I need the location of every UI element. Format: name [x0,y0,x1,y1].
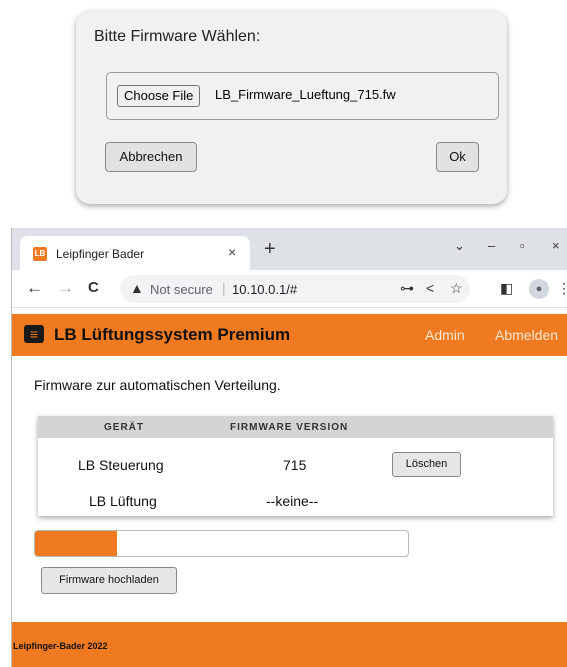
warning-icon[interactable]: ▲ [130,280,144,296]
firmware-version: 715 [283,457,307,473]
tab-leipfinger-bader[interactable]: LB Leipfinger Bader × [20,236,250,270]
window-close-icon[interactable]: × [552,238,560,253]
security-status: Not secure [150,282,213,297]
firmware-version: --keine-- [266,493,319,509]
browser-toolbar: ← → C ▲ Not secure | 10.10.0.1/# ⊶ < ☆ ◧… [12,270,567,308]
url-separator: | [222,280,226,296]
firmware-table: GERÄT FIRMWARE VERSION LB Steuerung 715 … [38,416,553,516]
firmware-dialog: Bitte Firmware Wählen: Choose File LB_Fi… [76,11,507,204]
more-icon[interactable]: ⋮ [557,280,567,297]
cancel-button[interactable]: Abbrechen [105,142,197,172]
upload-progress-fill [35,531,118,556]
favicon-icon: LB [33,247,47,261]
browser-window: LB Leipfinger Bader × + ⌄ – ▫ × ← → C ▲ … [11,228,567,667]
device-name: LB Lüftung [89,493,157,509]
footer: Leipfinger-Bader 2022 [12,622,567,667]
nav-logout[interactable]: Abmelden [495,327,558,343]
dialog-title: Bitte Firmware Wählen: [94,28,261,45]
url-text[interactable]: 10.10.0.1/# [232,282,297,297]
bookmark-star-icon[interactable]: ☆ [450,280,463,297]
maximize-icon[interactable]: ▫ [520,238,525,253]
key-icon[interactable]: ⊶ [400,280,414,297]
nav-admin[interactable]: Admin [425,327,465,343]
profile-icon[interactable]: ● [529,279,549,299]
reload-icon[interactable]: C [88,278,99,298]
column-header-version: FIRMWARE VERSION [230,422,349,433]
address-bar[interactable]: ▲ Not secure | 10.10.0.1/# ⊶ < ☆ [120,275,470,303]
tab-search-icon[interactable]: ⌄ [454,238,465,254]
share-icon[interactable]: < [426,280,434,296]
ok-button[interactable]: Ok [436,142,479,172]
upload-firmware-button[interactable]: Firmware hochladen [41,567,177,594]
file-input-box: Choose File LB_Firmware_Lueftung_715.fw [106,72,499,120]
app-title: LB Lüftungssystem Premium [54,325,291,344]
menu-icon[interactable]: ≡ [24,325,44,343]
footer-text: Leipfinger-Bader 2022 [13,641,108,651]
selected-file-name: LB_Firmware_Lueftung_715.fw [215,87,396,102]
delete-button[interactable]: Löschen [392,452,461,477]
table-header: GERÄT FIRMWARE VERSION [38,416,553,438]
tab-title: Leipfinger Bader [56,247,145,261]
app-header: ≡ LB Lüftungssystem Premium Admin Abmeld… [12,314,567,356]
upload-progress-bar [34,530,409,557]
minimize-icon[interactable]: – [488,238,495,253]
new-tab-icon[interactable]: + [264,239,276,259]
column-header-device: GERÄT [104,422,144,433]
back-icon[interactable]: ← [26,278,43,298]
choose-file-button[interactable]: Choose File [117,85,201,107]
tab-strip: LB Leipfinger Bader × + ⌄ – ▫ × [12,228,567,270]
side-panel-icon[interactable]: ◧ [500,280,513,297]
device-name: LB Steuerung [78,457,164,473]
tab-close-icon[interactable]: × [228,244,236,260]
forward-icon[interactable]: → [57,278,74,298]
intro-text: Firmware zur automatischen Verteilung. [34,377,281,393]
